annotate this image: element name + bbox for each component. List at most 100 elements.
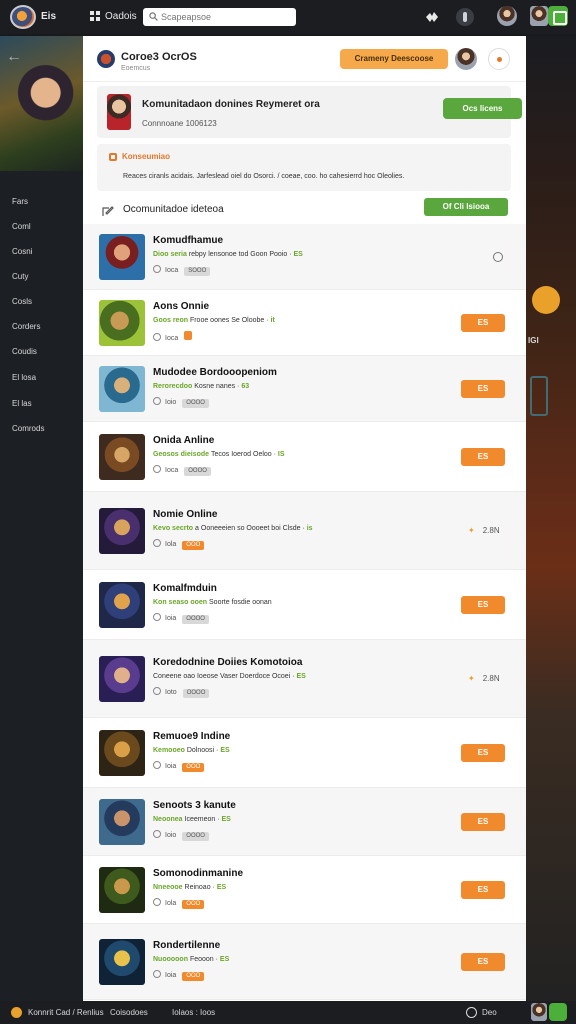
search-box[interactable] bbox=[143, 8, 296, 26]
game-meta: Iola OOO bbox=[153, 539, 205, 550]
play-button[interactable]: ES bbox=[461, 813, 505, 831]
game-row[interactable]: Koredodnine Doiies Komotoioa Coneene oao … bbox=[83, 640, 526, 718]
app-logo[interactable] bbox=[10, 5, 36, 29]
game-badge: OOO bbox=[182, 541, 205, 550]
game-thumbnail[interactable] bbox=[99, 300, 145, 346]
game-row[interactable]: Aons Onnie Goos reon Frooe oones Se Oloob… bbox=[83, 290, 526, 356]
sidebar-item[interactable]: Coudis bbox=[12, 347, 37, 356]
decor-panel bbox=[530, 376, 548, 416]
play-button[interactable]: ES bbox=[461, 596, 505, 614]
game-thumbnail[interactable] bbox=[99, 656, 145, 702]
notice-text: Reaces ciranls acidais. Jarfeslead oiel … bbox=[123, 173, 405, 180]
brand-label[interactable]: Eis bbox=[41, 11, 56, 22]
play-button[interactable]: ES bbox=[461, 448, 505, 466]
join-button[interactable]: Of Cli lsiooa bbox=[424, 198, 508, 216]
categories-link[interactable]: Oadois bbox=[105, 11, 137, 22]
play-button[interactable]: ES bbox=[461, 744, 505, 762]
footer-link[interactable]: Deo bbox=[482, 1008, 497, 1017]
profile-picture[interactable] bbox=[107, 94, 131, 130]
game-title[interactable]: Koredodnine Doiies Komotoioa bbox=[153, 657, 302, 668]
game-row[interactable]: Mudodee Bordooopeniom Rerorecdoo Kosne na… bbox=[83, 356, 526, 422]
game-thumbnail[interactable] bbox=[99, 508, 145, 554]
sidebar-item[interactable]: Cuty bbox=[12, 272, 28, 281]
notice-title: Konseumiao bbox=[122, 152, 171, 161]
clock-icon bbox=[153, 761, 161, 769]
play-button[interactable]: ES bbox=[461, 881, 505, 899]
sidebar-item[interactable]: Fars bbox=[12, 197, 28, 206]
sidebar-item[interactable]: Cosls bbox=[12, 297, 32, 306]
star-icon: ✦ bbox=[468, 526, 475, 535]
settings-icon[interactable] bbox=[488, 48, 510, 70]
footer-link[interactable]: Coisodoes bbox=[110, 1008, 148, 1017]
game-title[interactable]: Komudfhamue bbox=[153, 235, 223, 246]
game-tag-tail: ES bbox=[293, 251, 303, 258]
game-thumbnail[interactable] bbox=[99, 582, 145, 628]
play-button[interactable]: ES bbox=[461, 380, 505, 398]
game-row[interactable]: Somonodinmanine Nneeooe Reinoao · ES Iola O… bbox=[83, 856, 526, 924]
game-title[interactable]: Rondertilenne bbox=[153, 940, 220, 951]
game-title[interactable]: Komalfmduin bbox=[153, 583, 217, 594]
game-row[interactable]: Nomie Online Kevo secrto a Ooneeeien so O… bbox=[83, 492, 526, 570]
header-action-button[interactable]: Crameny Deescoose bbox=[340, 49, 448, 69]
notifications-icon[interactable] bbox=[456, 8, 474, 26]
game-thumbnail[interactable] bbox=[99, 730, 145, 776]
game-thumbnail[interactable] bbox=[99, 867, 145, 913]
footer-chat-icon[interactable] bbox=[549, 1003, 567, 1021]
sidebar-item[interactable]: El las bbox=[12, 399, 32, 408]
game-title[interactable]: Aons Onnie bbox=[153, 301, 209, 312]
game-title[interactable]: Nomie Online bbox=[153, 509, 217, 520]
footer-avatar[interactable] bbox=[531, 1003, 547, 1021]
game-thumbnail[interactable] bbox=[99, 234, 145, 280]
footer-link[interactable]: Konnrit Cad / Renlius bbox=[28, 1008, 104, 1017]
game-row[interactable]: Onida Anline Geosos dieisode Tecos Ioerod… bbox=[83, 422, 526, 492]
chat-icon[interactable] bbox=[548, 6, 568, 26]
sidebar-item[interactable]: Corders bbox=[12, 322, 40, 331]
game-subtitle: Rerorecdoo Kosne nanes · 63 bbox=[153, 383, 250, 390]
game-tag: Dioo seria bbox=[153, 251, 189, 258]
game-meta: Ioca OOOO bbox=[153, 465, 211, 476]
play-button[interactable]: ES bbox=[461, 953, 505, 971]
game-badge: OOOO bbox=[182, 832, 209, 841]
game-title[interactable]: Somonodinmanine bbox=[153, 868, 243, 879]
play-button[interactable]: ES bbox=[461, 314, 505, 332]
profile-avatar[interactable] bbox=[530, 6, 548, 26]
info-icon[interactable] bbox=[493, 252, 503, 262]
sidebar-item[interactable]: Coml bbox=[12, 222, 31, 231]
user-avatar[interactable] bbox=[497, 6, 517, 26]
game-thumbnail[interactable] bbox=[99, 799, 145, 845]
search-input[interactable] bbox=[161, 10, 291, 24]
game-thumbnail[interactable] bbox=[99, 434, 145, 480]
header-avatar[interactable] bbox=[455, 48, 477, 70]
game-title[interactable]: Senoots 3 kanute bbox=[153, 800, 236, 811]
edit-icon[interactable] bbox=[101, 204, 115, 218]
back-arrow-icon[interactable]: ← bbox=[6, 48, 22, 66]
game-thumbnail[interactable] bbox=[99, 366, 145, 412]
profile-meta: Connnoane 1006123 bbox=[142, 119, 217, 128]
profile-name: Komunitadaon donines Reymeret ora bbox=[142, 99, 320, 110]
help-icon[interactable] bbox=[466, 1007, 477, 1018]
game-title[interactable]: Onida Anline bbox=[153, 435, 214, 446]
grid-icon[interactable] bbox=[90, 11, 101, 22]
sidebar-item[interactable]: El losa bbox=[12, 373, 36, 382]
game-row[interactable]: Rondertilenne Nuooooon Feooon · ES Ioia OOO… bbox=[83, 924, 526, 1000]
game-meta: Ioca SOOO bbox=[153, 265, 211, 276]
game-row[interactable]: Senoots 3 kanute Neoonea Iceemeon · ES Ioi… bbox=[83, 788, 526, 856]
game-row[interactable]: Komudfhamue Dioo seria rebpy lensonoe tod… bbox=[83, 224, 526, 290]
footer-link[interactable]: Iolaos : Ioos bbox=[172, 1008, 215, 1017]
game-row[interactable]: Remuoe9 Indine Kemooeo Dolnoosi · ES Ioia O… bbox=[83, 718, 526, 788]
game-subtitle: Dioo seria rebpy lensonoe tod Goon Pooio… bbox=[153, 251, 303, 258]
game-title[interactable]: Mudodee Bordooopeniom bbox=[153, 367, 277, 378]
game-badge bbox=[184, 331, 193, 340]
game-row[interactable]: Komalfmduin Kon seaso ooen Soorte fosdie … bbox=[83, 570, 526, 640]
game-thumbnail[interactable] bbox=[99, 939, 145, 985]
game-title[interactable]: Remuoe9 Indine bbox=[153, 731, 230, 742]
game-tag: Neoonea bbox=[153, 816, 185, 823]
game-meta: Ioia OOOO bbox=[153, 613, 209, 624]
sidebar-item[interactable]: Cosni bbox=[12, 247, 32, 256]
follow-button[interactable]: Ocs licens bbox=[443, 98, 522, 119]
game-tag: Nuooooon bbox=[153, 956, 190, 963]
game-subtitle: Nneeooe Reinoao · ES bbox=[153, 884, 227, 891]
sidebar-item[interactable]: Comrods bbox=[12, 424, 44, 433]
game-subtitle: Geosos dieisode Tecos Ioerod Oeloo · IS bbox=[153, 451, 285, 458]
gamepad-icon[interactable] bbox=[424, 9, 440, 25]
